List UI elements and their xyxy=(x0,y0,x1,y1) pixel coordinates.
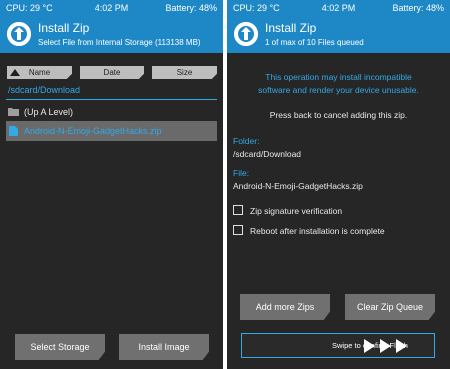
list-item-up-level[interactable]: (Up A Level) xyxy=(6,102,217,122)
install-image-button[interactable]: Install Image xyxy=(119,334,209,360)
clear-zip-queue-button[interactable]: Clear Zip Queue xyxy=(345,294,435,320)
zip-signature-checkbox[interactable] xyxy=(233,205,243,215)
sort-date-label: Date xyxy=(103,68,121,77)
swipe-to-confirm-slider[interactable]: Swipe to confirm Flash xyxy=(241,333,435,358)
folder-value: /sdcard/Download xyxy=(233,149,302,159)
folder-icon xyxy=(8,108,19,116)
warning-line-1: This operation may install incompatible xyxy=(265,72,412,82)
swipe-arrow-icon xyxy=(364,339,375,353)
twrp-logo-icon xyxy=(7,22,31,46)
file-label: File: xyxy=(233,168,250,178)
page-title: Install Zip xyxy=(38,21,90,35)
sort-by-name-button[interactable]: Name xyxy=(7,66,72,79)
sort-by-date-button[interactable]: Date xyxy=(80,66,144,79)
header-bar: Install Zip Select File from Internal St… xyxy=(0,16,223,53)
storage-subtitle: Select File from Internal Storage (11313… xyxy=(38,38,201,47)
page-title: Install Zip xyxy=(265,21,317,35)
swipe-arrow-icon xyxy=(380,339,391,353)
swipe-arrow-icon xyxy=(396,339,407,353)
checkbox-label: Zip signature verification xyxy=(250,206,343,216)
file-icon xyxy=(9,126,18,136)
select-storage-button[interactable]: Select Storage xyxy=(15,334,105,360)
battery-level: Battery: 48% xyxy=(165,3,217,13)
warning-line-2: software and render your device unusable… xyxy=(258,85,419,95)
list-item-label: (Up A Level) xyxy=(24,107,74,117)
file-browser-screen: CPU: 29 °C 4:02 PM Battery: 48% Install … xyxy=(0,0,223,369)
add-more-zips-button[interactable]: Add more Zips xyxy=(240,294,330,320)
path-divider xyxy=(6,99,217,100)
status-bar: CPU: 29 °C 4:02 PM Battery: 48% xyxy=(0,0,223,16)
sort-size-label: Size xyxy=(176,68,193,77)
current-path: /sdcard/Download xyxy=(8,85,81,95)
sort-ascending-icon xyxy=(10,69,20,76)
status-bar: CPU: 29 °C 4:02 PM Battery: 48% xyxy=(227,0,450,16)
twrp-logo-icon xyxy=(234,22,258,46)
warning-message: This operation may install incompatible … xyxy=(227,71,450,97)
battery-level: Battery: 48% xyxy=(392,3,444,13)
file-value: Android-N-Emoji-GadgetHacks.zip xyxy=(233,181,363,191)
header-bar: Install Zip 1 of max of 10 Files queued xyxy=(227,16,450,53)
install-confirm-screen: CPU: 29 °C 4:02 PM Battery: 48% Install … xyxy=(227,0,450,369)
sort-by-size-button[interactable]: Size xyxy=(152,66,217,79)
cancel-hint: Press back to cancel adding this zip. xyxy=(269,110,408,120)
reboot-checkbox[interactable] xyxy=(233,225,243,235)
sort-name-label: Name xyxy=(28,68,51,77)
folder-label: Folder: xyxy=(233,136,260,146)
list-item-zip-file[interactable]: Android-N-Emoji-GadgetHacks.zip xyxy=(6,121,217,141)
list-item-label: Android-N-Emoji-GadgetHacks.zip xyxy=(24,126,162,136)
queue-subtitle: 1 of max of 10 Files queued xyxy=(265,38,364,47)
checkbox-label: Reboot after installation is complete xyxy=(250,226,385,236)
